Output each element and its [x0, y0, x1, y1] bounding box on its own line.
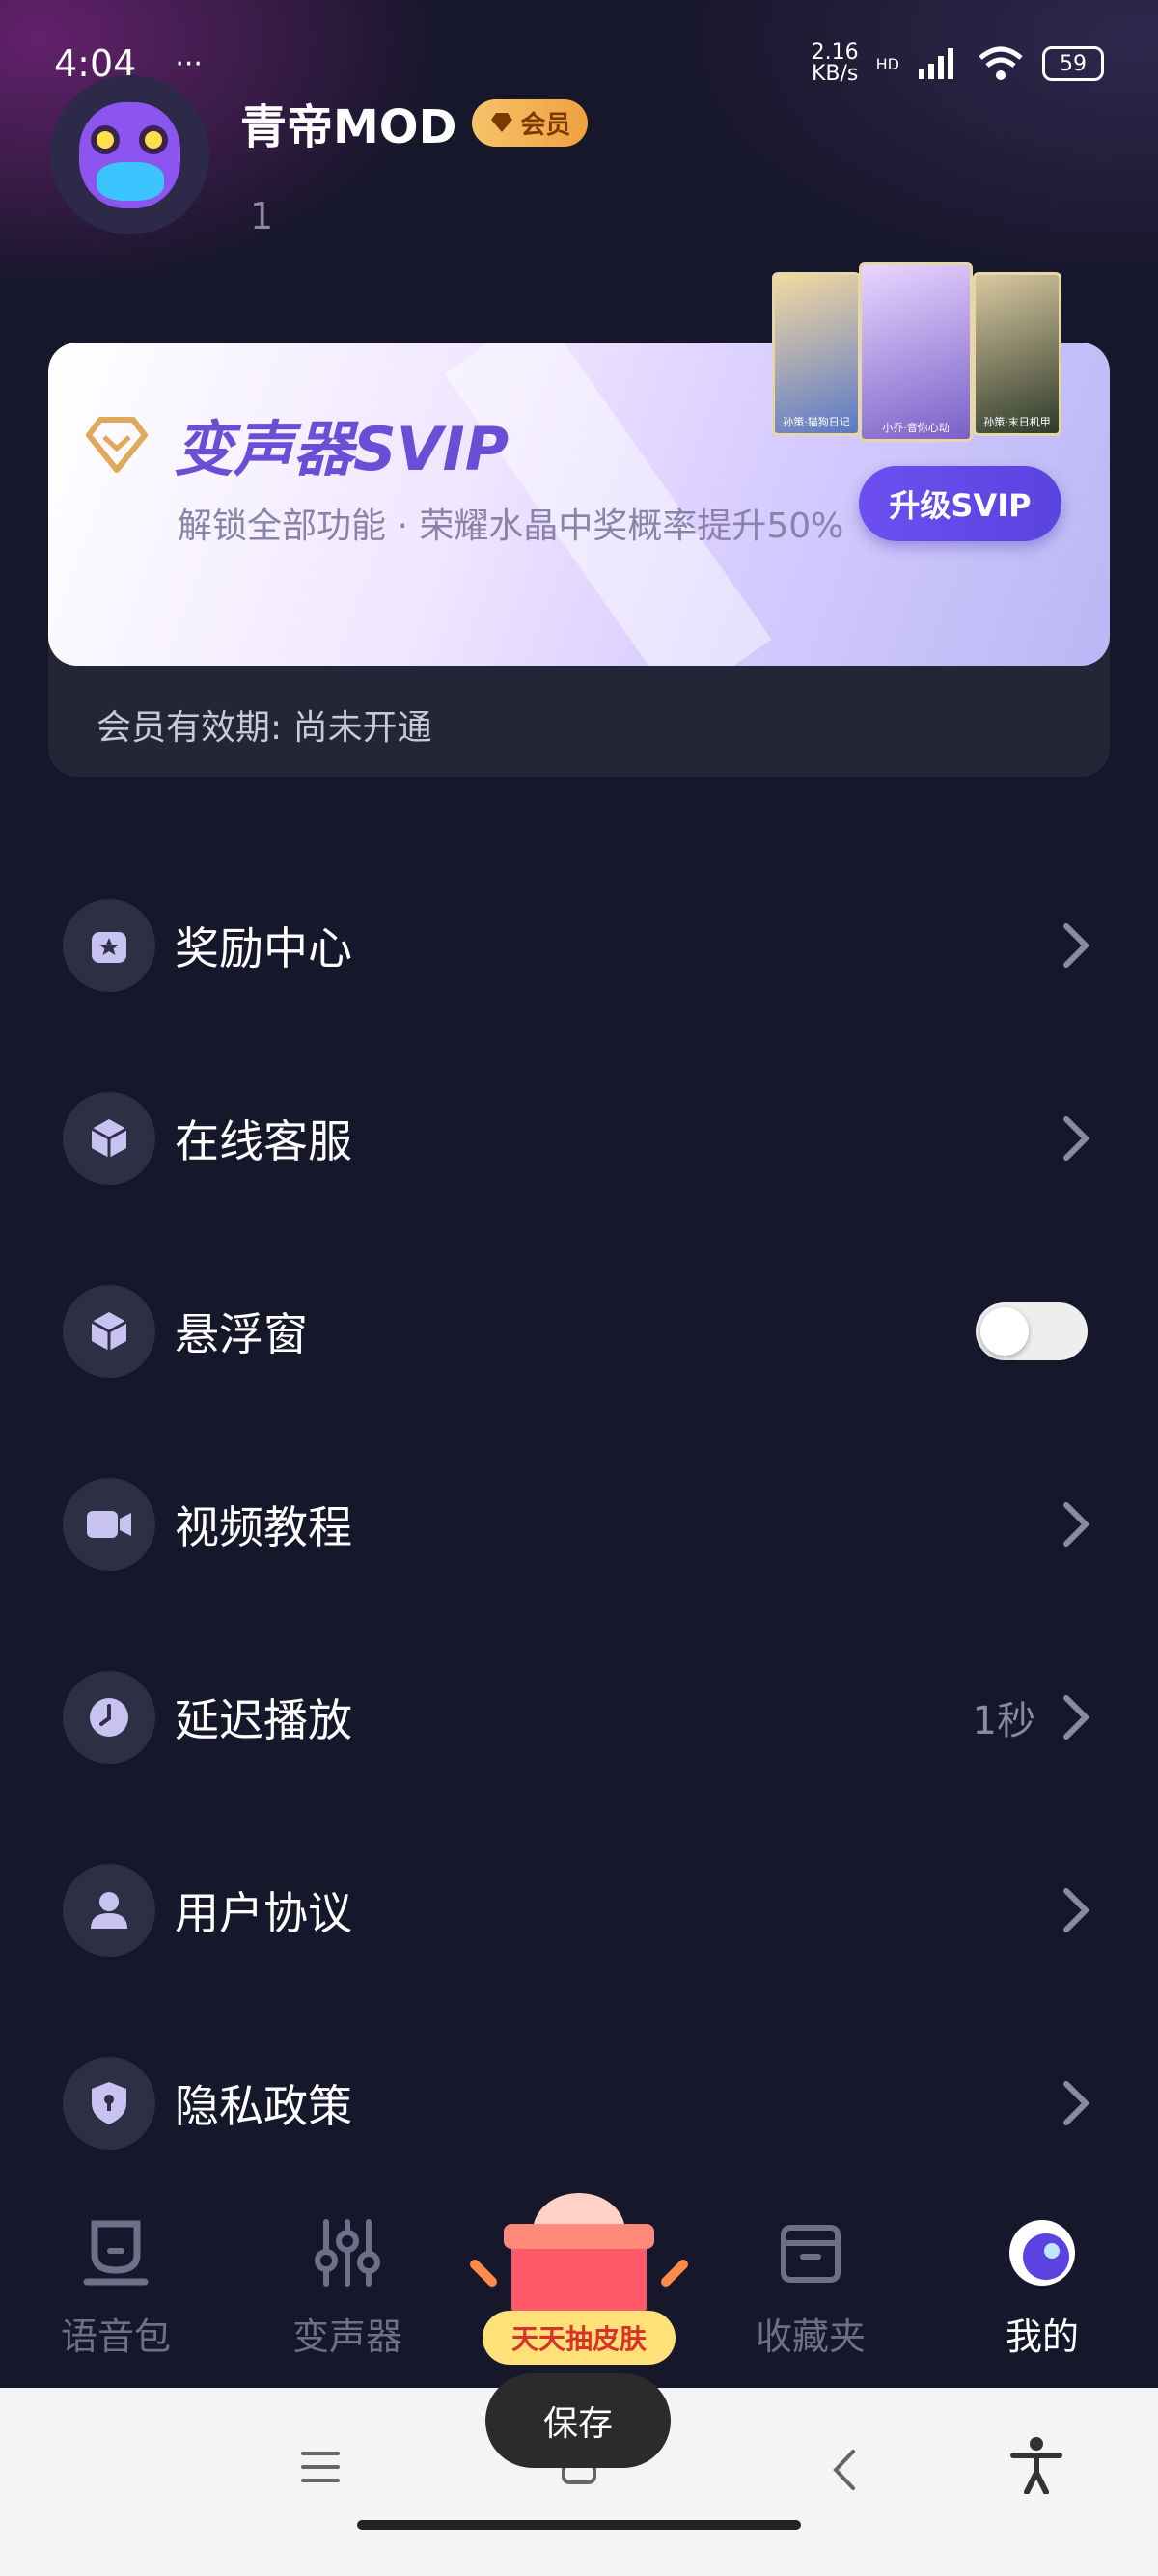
- menu-item-label: 奖励中心: [175, 922, 352, 974]
- user-icon: [63, 1864, 155, 1957]
- diamond-icon: [86, 417, 148, 473]
- toggle-knob: [980, 1307, 1029, 1356]
- user-id: 1: [250, 195, 274, 237]
- svip-description: 解锁全部功能 · 荣耀水晶中奖概率提升50%: [178, 507, 844, 546]
- upgrade-svip-button[interactable]: 升级SVIP: [859, 466, 1062, 541]
- gift-box-icon: [470, 2193, 688, 2320]
- back-icon[interactable]: [830, 2448, 859, 2492]
- menu-item-label: 在线客服: [175, 1115, 352, 1167]
- chevron-right-icon: [1063, 1888, 1090, 1932]
- menu-item-label: 悬浮窗: [175, 1308, 308, 1360]
- skin-label: 孙策·末日机甲: [983, 416, 1051, 428]
- menu-item-label: 延迟播放: [175, 1694, 352, 1746]
- menu-item-delay-playback[interactable]: 延迟播放 1秒: [63, 1621, 1095, 1814]
- settings-menu: 奖励中心 在线客服 悬浮窗 视频教程 延迟播放 1秒 用户协议 隐私政策: [63, 849, 1095, 2200]
- skin-preview: 孙策·猫狗日记 小乔·音你心动 孙策·末日机甲: [772, 262, 1071, 446]
- profile-tab-icon: [1009, 2220, 1075, 2286]
- tab-voice-changer[interactable]: 变声器: [251, 2214, 444, 2360]
- menu-item-reward-center[interactable]: 奖励中心: [63, 849, 1095, 1042]
- tab-mine[interactable]: 我的: [946, 2214, 1139, 2360]
- cube-icon: [63, 1092, 155, 1185]
- chevron-right-icon: [1063, 1502, 1090, 1547]
- wifi-icon: [979, 46, 1023, 80]
- skin-card: 小乔·音你心动: [859, 262, 973, 442]
- chevron-right-icon: [1063, 1695, 1090, 1740]
- heart-diamond-icon: [491, 113, 513, 132]
- cube-icon: [63, 1285, 155, 1378]
- membership-expiry: 会员有效期: 尚未开通: [96, 708, 432, 748]
- home-indicator[interactable]: [357, 2520, 801, 2530]
- tab-label: 收藏夹: [755, 2316, 866, 2358]
- tab-favorites[interactable]: 收藏夹: [714, 2214, 907, 2360]
- accessibility-icon[interactable]: [1007, 2436, 1065, 2494]
- gift-star-icon: [63, 899, 155, 992]
- menu-item-floating-window: 悬浮窗: [63, 1235, 1095, 1428]
- menu-item-video-tutorial[interactable]: 视频教程: [63, 1428, 1095, 1621]
- profile-header[interactable]: 青帝MOD 会员 1: [50, 75, 589, 237]
- skin-card: 孙策·猫狗日记: [772, 272, 861, 436]
- speed-unit: KB/s: [811, 62, 859, 86]
- save-toast[interactable]: 保存: [485, 2373, 671, 2468]
- voice-pack-icon: [83, 2220, 149, 2286]
- menu-item-user-agreement[interactable]: 用户协议: [63, 1814, 1095, 2007]
- hd-label: HD: [875, 54, 899, 73]
- skin-lottery-label: 天天抽皮肤: [482, 2311, 676, 2365]
- member-badge: 会员: [472, 98, 589, 147]
- network-speed: 2.16 KB/s: [812, 42, 859, 85]
- video-camera-icon: [63, 1478, 155, 1571]
- chevron-right-icon: [1063, 1116, 1090, 1161]
- battery-icon: 59: [1042, 46, 1104, 81]
- chevron-right-icon: [1063, 2081, 1090, 2125]
- menu-item-label: 视频教程: [175, 1501, 352, 1553]
- menu-item-label: 用户协议: [175, 1887, 352, 1939]
- skin-label: 孙策·猫狗日记: [783, 416, 850, 428]
- tab-label: 我的: [1005, 2316, 1079, 2358]
- delay-value: 1秒: [972, 1699, 1035, 1743]
- battery-level: 59: [1060, 51, 1087, 76]
- signal-icon: [919, 48, 953, 79]
- tab-label: 语音包: [60, 2316, 171, 2358]
- folder-icon: [781, 2225, 841, 2283]
- avatar[interactable]: [50, 75, 209, 234]
- floating-window-toggle[interactable]: [976, 1302, 1088, 1360]
- tab-voice-pack[interactable]: 语音包: [19, 2214, 212, 2360]
- skin-label: 小乔·音你心动: [882, 422, 950, 434]
- svip-title: 变声器SVIP: [174, 414, 510, 484]
- member-badge-label: 会员: [520, 110, 571, 140]
- skin-card: 孙策·末日机甲: [973, 272, 1062, 436]
- tab-label: 变声器: [291, 2316, 402, 2358]
- menu-item-label: 隐私政策: [175, 2080, 352, 2132]
- sliders-icon: [315, 2219, 380, 2287]
- bottom-tab-bar: 语音包 变声器 天天抽皮肤 收藏夹 我的: [0, 2176, 1158, 2388]
- clock-icon: [63, 1671, 155, 1764]
- skin-lottery-button[interactable]: 天天抽皮肤: [463, 2176, 695, 2378]
- user-name: 青帝MOD: [240, 100, 457, 154]
- menu-icon[interactable]: [299, 2448, 342, 2486]
- menu-item-privacy-policy[interactable]: 隐私政策: [63, 2007, 1095, 2200]
- menu-item-online-service[interactable]: 在线客服: [63, 1042, 1095, 1235]
- shield-icon: [63, 2057, 155, 2150]
- chevron-right-icon: [1063, 923, 1090, 968]
